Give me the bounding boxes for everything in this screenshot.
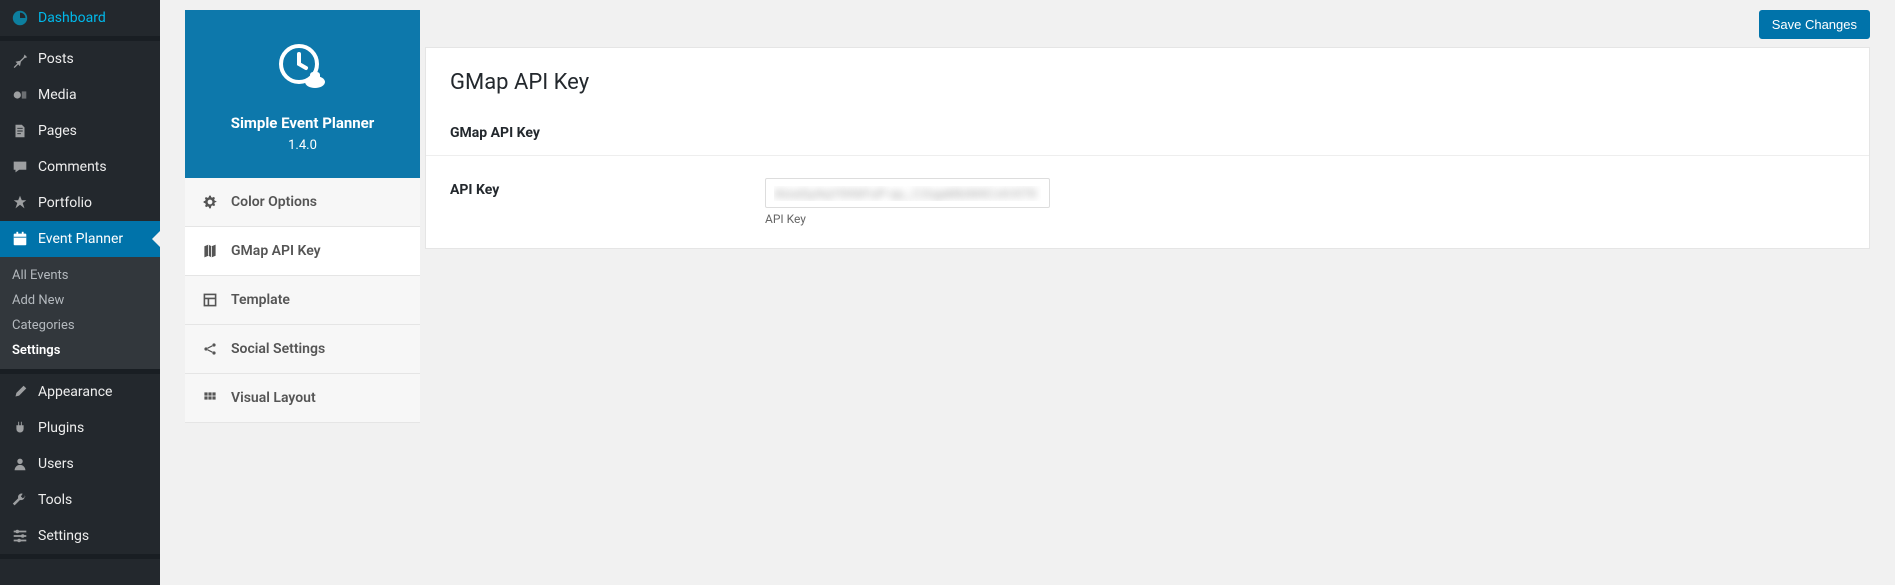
- sidebar-label: Posts: [38, 51, 74, 67]
- sidebar-label: Portfolio: [38, 195, 92, 211]
- dashboard-icon: [10, 8, 30, 28]
- sidebar-label: Appearance: [38, 384, 112, 400]
- field-label: API Key: [450, 178, 765, 198]
- sidebar-item-tools[interactable]: Tools: [0, 482, 160, 518]
- sidebar-item-portfolio[interactable]: Portfolio: [0, 185, 160, 221]
- api-key-input[interactable]: [765, 178, 1050, 208]
- sidebar-item-settings[interactable]: Settings: [0, 518, 160, 554]
- tab-label: Template: [231, 292, 290, 308]
- topbar: Save Changes: [425, 10, 1870, 47]
- plug-icon: [10, 418, 30, 438]
- page-heading: GMap API Key: [426, 48, 1869, 105]
- submenu-item-settings[interactable]: Settings: [0, 338, 160, 363]
- tab-visual-layout[interactable]: Visual Layout: [185, 374, 420, 423]
- sidebar-label: Event Planner: [38, 231, 123, 247]
- save-changes-button[interactable]: Save Changes: [1759, 10, 1870, 39]
- pages-icon: [10, 121, 30, 141]
- panel-box: GMap API Key GMap API Key API Key API Ke…: [425, 47, 1870, 249]
- sidebar-item-comments[interactable]: Comments: [0, 149, 160, 185]
- plugin-version: 1.4.0: [195, 138, 410, 153]
- sidebar-item-event-planner[interactable]: Event Planner: [0, 221, 160, 257]
- tab-label: GMap API Key: [231, 243, 321, 259]
- submenu-item-all-events[interactable]: All Events: [0, 263, 160, 288]
- sidebar-item-dashboard[interactable]: Dashboard: [0, 0, 160, 36]
- sidebar-item-plugins[interactable]: Plugins: [0, 410, 160, 446]
- sliders-icon: [10, 526, 30, 546]
- sidebar-label: Tools: [38, 492, 72, 508]
- sidebar-label: Settings: [38, 528, 89, 544]
- map-icon: [201, 242, 219, 260]
- sidebar-label: Dashboard: [38, 10, 106, 26]
- gear-icon: [201, 193, 219, 211]
- sidebar-item-appearance[interactable]: Appearance: [0, 374, 160, 410]
- pin-icon: [10, 49, 30, 69]
- sidebar-item-media[interactable]: Media: [0, 77, 160, 113]
- sidebar-label: Plugins: [38, 420, 84, 436]
- main-panel: Save Changes GMap API Key GMap API Key A…: [425, 10, 1870, 585]
- plugin-title: Simple Event Planner: [195, 114, 410, 132]
- settings-column: Simple Event Planner 1.4.0 Color Options…: [185, 10, 420, 585]
- sidebar-label: Comments: [38, 159, 107, 175]
- brush-icon: [10, 382, 30, 402]
- tab-color-options[interactable]: Color Options: [185, 178, 420, 227]
- sidebar-item-posts[interactable]: Posts: [0, 41, 160, 77]
- layout-icon: [201, 291, 219, 309]
- sidebar-label: Users: [38, 456, 74, 472]
- comments-icon: [10, 157, 30, 177]
- grid-icon: [201, 389, 219, 407]
- sidebar-label: Media: [38, 87, 77, 103]
- user-icon: [10, 454, 30, 474]
- sidebar-submenu: All Events Add New Categories Settings: [0, 257, 160, 369]
- field-description: API Key: [765, 212, 1050, 226]
- media-icon: [10, 85, 30, 105]
- settings-header: Simple Event Planner 1.4.0: [185, 10, 420, 178]
- field-row-api-key: API Key API Key: [426, 156, 1869, 248]
- share-icon: [201, 340, 219, 358]
- section-heading: GMap API Key: [426, 105, 1869, 156]
- calendar-icon: [10, 229, 30, 249]
- admin-sidebar: Dashboard Posts Media Pages Comments Por…: [0, 0, 160, 585]
- tab-social-settings[interactable]: Social Settings: [185, 325, 420, 374]
- sidebar-label: Pages: [38, 123, 77, 139]
- submenu-item-add-new[interactable]: Add New: [0, 288, 160, 313]
- tab-gmap-api-key[interactable]: GMap API Key: [185, 227, 420, 276]
- star-icon: [10, 193, 30, 213]
- wrench-icon: [10, 490, 30, 510]
- sidebar-item-users[interactable]: Users: [0, 446, 160, 482]
- content-area: Simple Event Planner 1.4.0 Color Options…: [160, 0, 1895, 585]
- tab-label: Color Options: [231, 194, 317, 210]
- settings-tabs: Color Options GMap API Key Template Soci…: [185, 178, 420, 423]
- tab-label: Visual Layout: [231, 390, 316, 406]
- sidebar-item-pages[interactable]: Pages: [0, 113, 160, 149]
- submenu-item-categories[interactable]: Categories: [0, 313, 160, 338]
- tab-label: Social Settings: [231, 341, 325, 357]
- plugin-logo-icon: [275, 40, 331, 96]
- tab-template[interactable]: Template: [185, 276, 420, 325]
